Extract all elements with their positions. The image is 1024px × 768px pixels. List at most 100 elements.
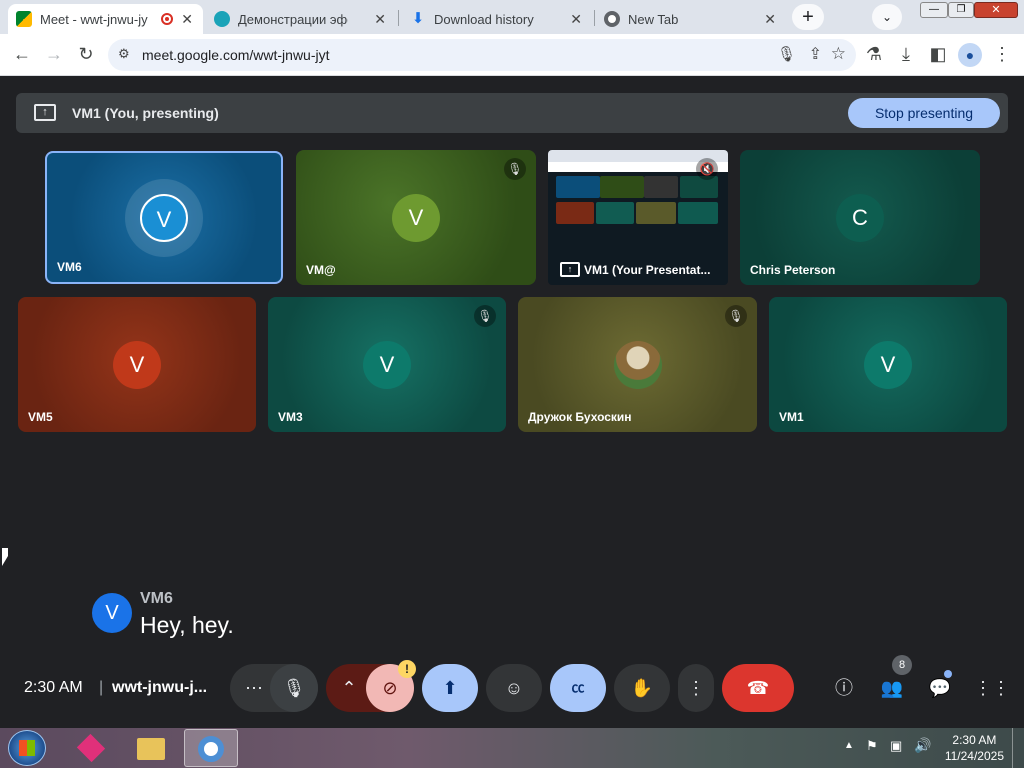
participant-name: VM3 bbox=[278, 410, 303, 424]
chrome-icon bbox=[604, 11, 620, 27]
tab-search-button[interactable]: ⌄ bbox=[872, 4, 902, 30]
chat-icon: 💬 bbox=[928, 678, 952, 698]
meeting-details-button[interactable]: ⓘ bbox=[830, 674, 858, 702]
mic-muted-icon: 🔇 bbox=[696, 158, 718, 180]
participant-name: VM1 bbox=[779, 410, 804, 424]
system-clock[interactable]: 2:30 AM 11/24/2025 bbox=[945, 732, 1004, 764]
labs-flask-icon[interactable]: ⚗ bbox=[862, 44, 886, 65]
avatar: V bbox=[392, 193, 440, 242]
mic-muted-icon: 🎙 bbox=[504, 158, 526, 180]
more-audio-options-button[interactable]: ⋯ bbox=[240, 664, 268, 712]
volume-icon[interactable]: 🔊 bbox=[914, 737, 931, 754]
system-date: 11/24/2025 bbox=[944, 749, 1004, 763]
screen-share-tile[interactable]: 🔇 ↑ VM1 (Your Presentat... bbox=[548, 150, 728, 285]
more-options-button[interactable]: ⋮ bbox=[678, 664, 714, 712]
avatar: V bbox=[113, 340, 161, 389]
taskbar-app-1[interactable] bbox=[66, 730, 116, 766]
downloads-icon[interactable]: ⤓ bbox=[894, 44, 918, 65]
download-icon: ⬇ bbox=[411, 10, 425, 27]
tab-separator bbox=[398, 10, 399, 26]
caption-text: Hey, hey. bbox=[140, 612, 234, 638]
microphone-button[interactable]: 🎙 bbox=[270, 664, 318, 712]
participant-tile[interactable]: 🎙 V VM@ bbox=[296, 150, 536, 285]
close-tab-icon[interactable]: ✕ bbox=[374, 11, 386, 28]
divider: | bbox=[99, 679, 104, 696]
raise-hand-button[interactable]: ✋ bbox=[614, 664, 670, 712]
chat-button[interactable]: 💬 bbox=[926, 674, 954, 702]
forward-icon[interactable]: → bbox=[42, 44, 66, 65]
maximize-button[interactable]: ❐ bbox=[948, 2, 974, 18]
site-info-icon[interactable]: ⚙ bbox=[118, 46, 130, 62]
avatar: V bbox=[363, 340, 411, 389]
show-desktop-button[interactable] bbox=[1012, 728, 1024, 768]
meet-icon bbox=[16, 11, 32, 27]
windows-logo-icon bbox=[19, 740, 35, 756]
start-button[interactable] bbox=[8, 730, 46, 766]
people-button[interactable]: 👥 bbox=[878, 674, 906, 702]
reload-icon[interactable]: ↻ bbox=[74, 44, 98, 65]
profile-avatar-icon[interactable]: ● bbox=[958, 43, 982, 67]
chrome-icon bbox=[198, 736, 224, 762]
audio-controls-group: ⋯ 🎙 bbox=[230, 664, 318, 712]
app-cube-icon bbox=[76, 733, 106, 763]
participant-tile[interactable]: 🎙 Дружок Бухоскин bbox=[518, 297, 757, 432]
tab-download-history[interactable]: ⬇ Download history ✕ bbox=[402, 4, 592, 34]
emoji-icon: ☺ bbox=[504, 678, 524, 698]
tab-new-tab[interactable]: New Tab ✕ bbox=[596, 4, 786, 34]
tab-meet[interactable]: Meet - wwt-jnwu-jy ✕ bbox=[8, 4, 203, 34]
taskbar-file-explorer[interactable] bbox=[126, 730, 176, 766]
taskbar-chrome[interactable] bbox=[184, 729, 238, 767]
flag-icon[interactable]: ⚑ bbox=[866, 738, 878, 754]
send-reaction-button[interactable]: ☺ bbox=[486, 664, 542, 712]
mic-muted-icon: 🎙 bbox=[474, 305, 496, 327]
tab-title: Демонстрации эффект bbox=[238, 11, 348, 27]
chevron-up-icon: ⌃ bbox=[341, 678, 357, 698]
caption-avatar: V bbox=[92, 593, 132, 633]
participant-tile[interactable]: V VM5 bbox=[18, 297, 256, 432]
tab-demonstrations[interactable]: Демонстрации эффект ✕ bbox=[206, 4, 396, 34]
close-tab-icon[interactable]: ✕ bbox=[764, 11, 776, 28]
menu-kebab-icon[interactable]: ⋮ bbox=[990, 44, 1014, 65]
activities-button[interactable]: ⋮⋮ bbox=[974, 674, 1010, 702]
bookmark-star-icon[interactable]: ☆ bbox=[831, 44, 846, 64]
present-now-button[interactable]: ⬆ bbox=[422, 664, 478, 712]
back-icon[interactable]: ← bbox=[10, 44, 34, 65]
present-screen-icon: ↑ bbox=[560, 262, 580, 277]
people-count-badge: 8 bbox=[892, 655, 912, 675]
close-tab-icon[interactable]: ✕ bbox=[570, 11, 582, 28]
participant-tile[interactable]: C Chris Peterson bbox=[740, 150, 980, 285]
presenting-banner: ↑ VM1 (You, presenting) Stop presenting bbox=[16, 93, 1008, 133]
leave-call-button[interactable]: ☎ bbox=[722, 664, 794, 712]
tab-title: Download history bbox=[434, 11, 534, 27]
captions-button[interactable]: ㏄ bbox=[550, 664, 606, 712]
tab-title: Meet - wwt-jnwu-jy bbox=[40, 11, 148, 27]
tab-separator bbox=[594, 10, 595, 26]
microphone-icon: 🎙 bbox=[282, 678, 306, 698]
close-tab-icon[interactable]: ✕ bbox=[181, 11, 193, 28]
url-text: meet.google.com/wwt-jnwu-jyt bbox=[142, 47, 330, 63]
hand-icon: ✋ bbox=[630, 678, 654, 698]
close-window-button[interactable]: ✕ bbox=[974, 2, 1018, 18]
more-vert-icon: ⋮ bbox=[687, 678, 705, 698]
cloud-icon bbox=[214, 11, 230, 27]
microphone-icon[interactable]: 🎙 bbox=[777, 45, 796, 63]
present-screen-icon: ↑ bbox=[34, 104, 56, 121]
chevron-down-icon: ⌄ bbox=[881, 10, 893, 24]
caption-speaker-name: VM6 bbox=[140, 590, 173, 607]
network-icon[interactable]: ▣ bbox=[890, 738, 902, 754]
address-bar[interactable]: ⚙ meet.google.com/wwt-jnwu-jyt 🎙 ⇪ ☆ bbox=[108, 39, 856, 71]
meeting-code[interactable]: wwt-jnwu-j... bbox=[112, 679, 207, 697]
side-panel-icon[interactable]: ◧ bbox=[926, 44, 950, 65]
new-tab-button[interactable]: + bbox=[792, 4, 824, 30]
stop-presenting-button[interactable]: Stop presenting bbox=[848, 98, 1000, 128]
mic-muted-icon: 🎙 bbox=[725, 305, 747, 327]
minimize-button[interactable]: — bbox=[920, 2, 948, 18]
participant-tile[interactable]: V VM6 bbox=[45, 151, 283, 284]
video-options-button[interactable]: ⌃ bbox=[334, 664, 364, 712]
show-hidden-icons-icon[interactable]: ▲ bbox=[844, 740, 854, 751]
info-icon: ⓘ bbox=[835, 678, 853, 698]
participant-tile[interactable]: 🎙 V VM3 bbox=[268, 297, 506, 432]
avatar: C bbox=[836, 193, 884, 242]
participant-tile[interactable]: V VM1 bbox=[769, 297, 1007, 432]
share-icon[interactable]: ⇪ bbox=[809, 44, 822, 64]
